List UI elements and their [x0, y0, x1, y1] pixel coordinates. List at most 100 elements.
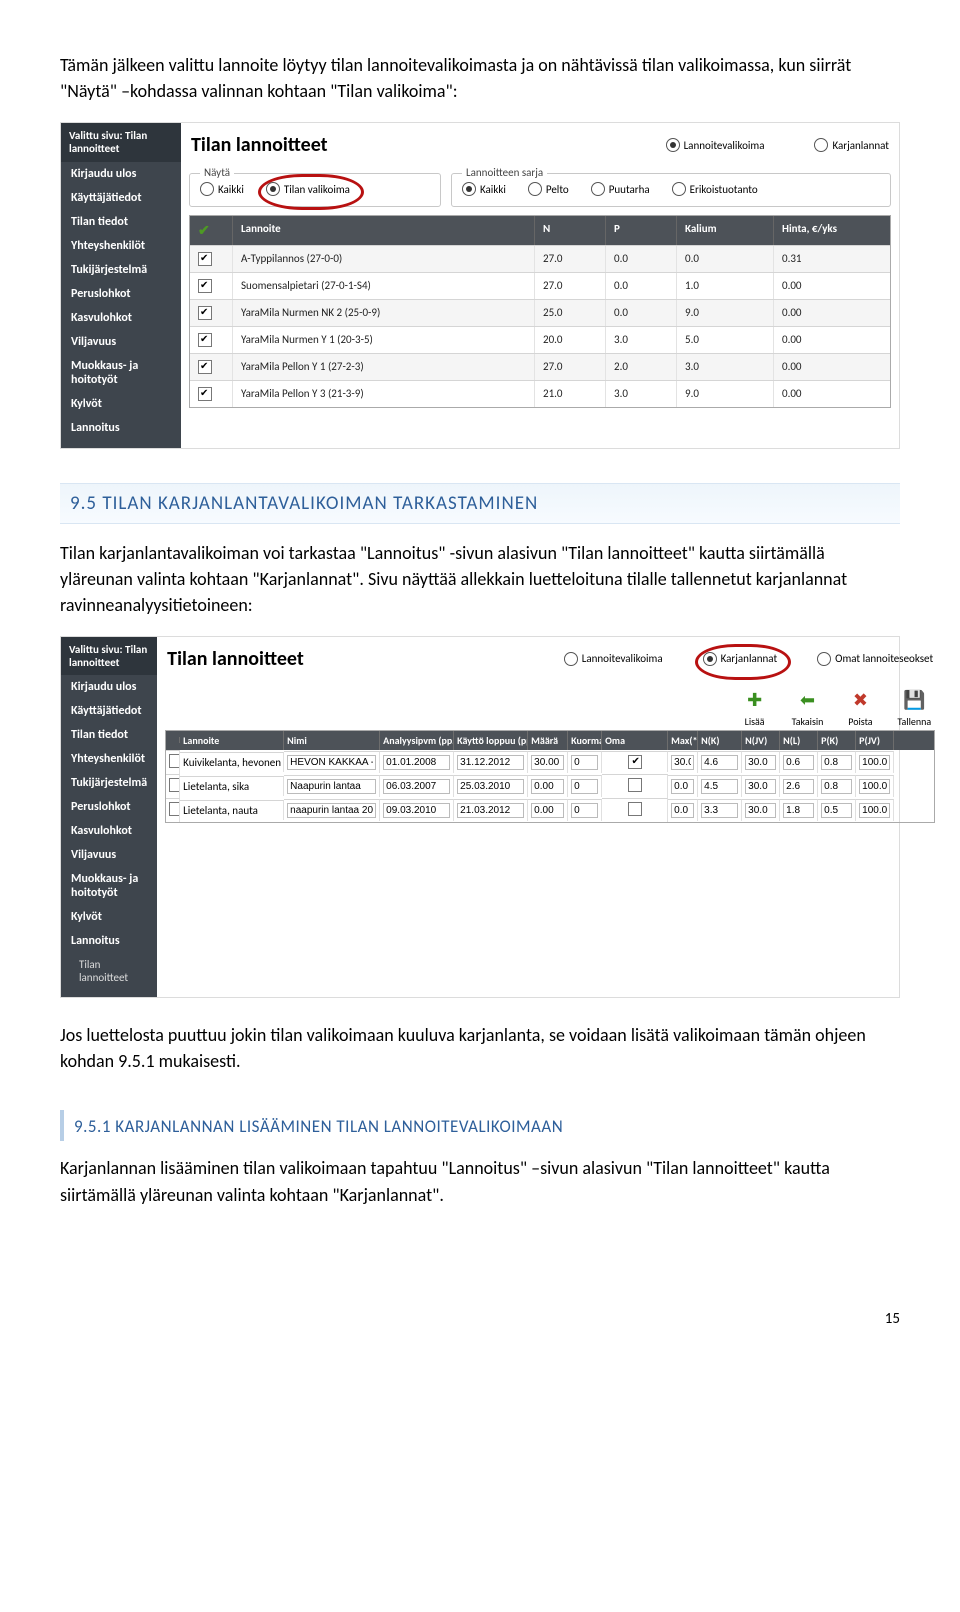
checkbox[interactable] [169, 778, 180, 792]
manure-table: LannoiteNimiAnalyysipvm (pp.kk.vvvv)Käyt… [165, 730, 935, 823]
radio-icon [266, 182, 280, 196]
radio-option[interactable]: Lannoitevalikoima [564, 652, 663, 666]
checkbox[interactable] [198, 306, 212, 320]
delete-button[interactable]: ✖Poista [847, 687, 873, 728]
nimi-input[interactable] [287, 803, 376, 818]
pjv-input[interactable] [859, 779, 890, 794]
radio-icon [672, 182, 686, 196]
checkbox[interactable] [169, 802, 180, 816]
sidebar-item[interactable]: Muokkaus- ja hoitotyöt [61, 354, 181, 392]
check-header-icon: ✔ [198, 222, 210, 239]
radio-option[interactable]: Kaikki [200, 182, 244, 196]
kaytto-loppuu-input[interactable] [457, 803, 524, 818]
sidebar-item[interactable]: Kirjaudu ulos [61, 162, 181, 186]
sidebar-item[interactable]: Viljavuus [61, 843, 157, 867]
kuormakoko-input[interactable] [571, 779, 598, 794]
radio-option[interactable]: Tilan valikoima [266, 182, 350, 196]
kuormakoko-input[interactable] [571, 755, 598, 770]
kaytto-loppuu-input[interactable] [457, 755, 524, 770]
pk-input[interactable] [821, 779, 852, 794]
radio-option[interactable]: Karjanlannat [703, 652, 778, 666]
njv-input[interactable] [745, 755, 776, 770]
radio-option[interactable]: Erikoistuotanto [672, 182, 758, 196]
sidebar-item[interactable]: Kasvulohkot [61, 306, 181, 330]
oma-checkbox[interactable] [628, 755, 642, 769]
sidebar-item[interactable]: Tilan tiedot [61, 723, 157, 747]
kaytto-loppuu-input[interactable] [457, 779, 524, 794]
sidebar-item[interactable]: Peruslohkot [61, 282, 181, 306]
sidebar-item[interactable]: Yhteyshenkilöt [61, 234, 181, 258]
sidebar-item[interactable]: Yhteyshenkilöt [61, 747, 157, 771]
analyysipvm-input[interactable] [383, 779, 450, 794]
sidebar-item[interactable]: Lannoitus [61, 416, 181, 440]
nk-input[interactable] [701, 803, 738, 818]
checkbox[interactable] [198, 360, 212, 374]
save-button[interactable]: 💾Tallenna [897, 687, 931, 728]
save-icon: 💾 [901, 687, 927, 713]
col-header: N(K) [698, 731, 742, 750]
oma-checkbox[interactable] [628, 778, 642, 792]
cell-name: Suomensalpietari (27-0-1-S4) [233, 273, 535, 299]
cell-name: A-Typpilannos (27-0-0) [233, 246, 535, 272]
col-p: P [606, 216, 677, 245]
checkbox[interactable] [198, 279, 212, 293]
max-input[interactable] [671, 779, 694, 794]
sidebar-item[interactable]: Käyttäjätiedot [61, 186, 181, 210]
maara-input[interactable] [531, 803, 564, 818]
radio-option[interactable]: Lannoitevalikoima [666, 138, 765, 152]
kuormakoko-input[interactable] [571, 803, 598, 818]
sidebar-item[interactable]: Lannoitus [61, 929, 157, 953]
checkbox[interactable] [198, 252, 212, 266]
plus-icon: ✚ [742, 687, 768, 713]
maara-input[interactable] [531, 779, 564, 794]
njv-input[interactable] [745, 803, 776, 818]
sidebar-item[interactable]: Kirjaudu ulos [61, 675, 157, 699]
sidebar-item[interactable]: Käyttäjätiedot [61, 699, 157, 723]
radio-label: Erikoistuotanto [690, 183, 758, 196]
sidebar-item[interactable]: Muokkaus- ja hoitotyöt [61, 867, 157, 905]
nl-input[interactable] [783, 779, 814, 794]
screenshot-1: Valittu sivu: Tilan lannoitteet Kirjaudu… [60, 122, 900, 448]
nk-input[interactable] [701, 779, 738, 794]
sidebar-item[interactable]: Peruslohkot [61, 795, 157, 819]
max-input[interactable] [671, 755, 694, 770]
pjv-input[interactable] [859, 803, 890, 818]
sidebar-item[interactable]: Viljavuus [61, 330, 181, 354]
radio-label: Karjanlannat [832, 139, 889, 152]
sidebar-item[interactable]: Tukijärjestelmä [61, 258, 181, 282]
sidebar-sub-item[interactable]: Tilan lannoitteet [61, 953, 157, 989]
nl-input[interactable] [783, 755, 814, 770]
analyysipvm-input[interactable] [383, 755, 450, 770]
sarja-fieldset: Lannoitteen sarja Kaikki Pelto Puutarha … [451, 173, 891, 207]
radio-option[interactable]: Pelto [528, 182, 569, 196]
nl-input[interactable] [783, 803, 814, 818]
checkbox[interactable] [198, 387, 212, 401]
njv-input[interactable] [745, 779, 776, 794]
nk-input[interactable] [701, 755, 738, 770]
radio-option[interactable]: Kaikki [462, 182, 506, 196]
cell-lannoite: Kuivikelanta, hevonen [180, 752, 284, 772]
checkbox[interactable] [169, 754, 180, 768]
sidebar-item[interactable]: Tukijärjestelmä [61, 771, 157, 795]
radio-option[interactable]: Karjanlannat [814, 138, 889, 152]
back-button[interactable]: ⬅Takaisin [792, 687, 824, 728]
cell-name: YaraMila Nurmen Y 1 (20-3-5) [233, 327, 535, 353]
add-button[interactable]: ✚Lisää [742, 687, 768, 728]
pjv-input[interactable] [859, 755, 890, 770]
maara-input[interactable] [531, 755, 564, 770]
pk-input[interactable] [821, 803, 852, 818]
radio-option[interactable]: Omat lannoiteseokset [817, 652, 933, 666]
nimi-input[interactable] [287, 755, 376, 770]
analyysipvm-input[interactable] [383, 803, 450, 818]
radio-icon [666, 138, 680, 152]
checkbox[interactable] [198, 333, 212, 347]
max-input[interactable] [671, 803, 694, 818]
oma-checkbox[interactable] [628, 802, 642, 816]
sidebar-item[interactable]: Kylvöt [61, 392, 181, 416]
nimi-input[interactable] [287, 779, 376, 794]
sidebar-item[interactable]: Tilan tiedot [61, 210, 181, 234]
radio-option[interactable]: Puutarha [591, 182, 650, 196]
sidebar-item[interactable]: Kylvöt [61, 905, 157, 929]
pk-input[interactable] [821, 755, 852, 770]
sidebar-item[interactable]: Kasvulohkot [61, 819, 157, 843]
